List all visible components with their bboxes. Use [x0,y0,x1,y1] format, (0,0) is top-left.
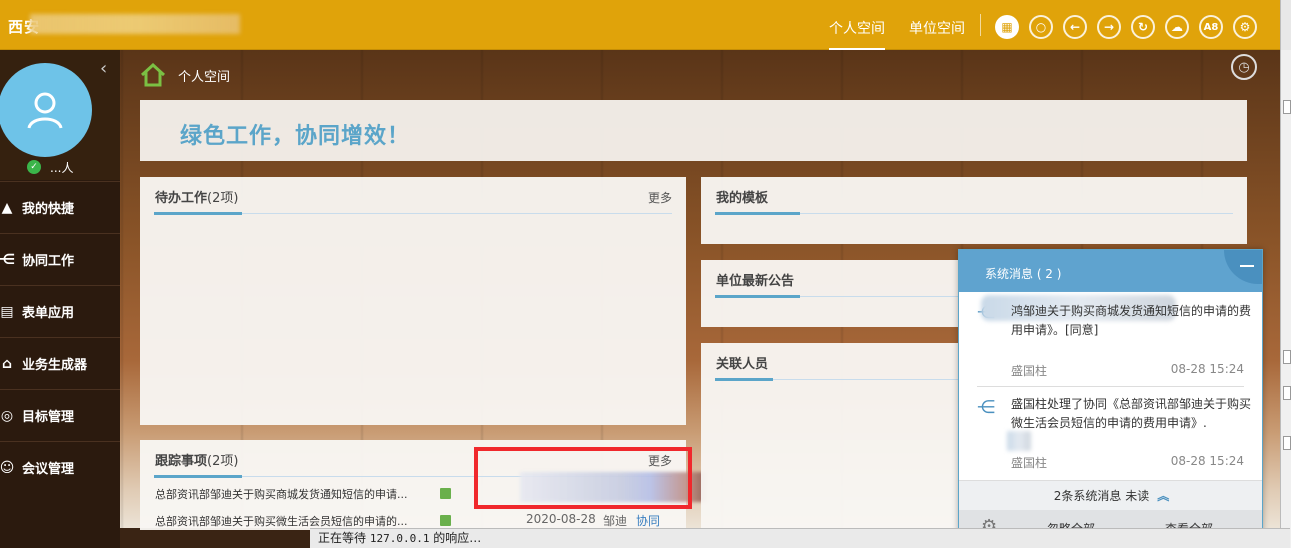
templates-panel: 我的模板 [701,177,1247,244]
target-icon: ◎ [0,407,14,424]
todo-more-link[interactable]: 更多 [648,189,672,206]
collaboration-icon: ⋲ [977,397,995,418]
title-underline [715,212,800,215]
grid-icon[interactable]: ▦ [995,15,1019,39]
refresh-icon[interactable]: ↻ [1131,15,1155,39]
user-icon [27,92,63,129]
top-bar: 西安 个人空间 单位空间 ▦ ○ ← → ↻ ☁ A8 ⚙ [0,0,1280,50]
popup-header: 系统消息 ( 2 ) [959,250,1262,292]
message-text: 鸿邹迪关于购买商城发货通知短信的申请的费用申请》。[同意] [1011,304,1252,337]
window-scrollbar-top [1280,0,1291,50]
expand-up-icon[interactable]: ︽ [1157,489,1169,503]
back-icon[interactable]: ← [1063,15,1087,39]
search-icon[interactable]: ○ [1029,15,1053,39]
clock-icon[interactable]: ◷ [1231,54,1257,80]
message-sender: 盛国柱 [1011,364,1048,378]
tracking-row-subject[interactable]: 总部资讯部邹迪关于购买微生活会员短信的申请的... [155,513,408,529]
tracking-panel-title: 跟踪事项(2项) [155,450,238,469]
business-builder-icon: ⌂ [1,355,13,372]
sidebar-item-label: 会议管理 [22,462,75,477]
status-host: 127.0.0.1 [369,532,430,545]
title-underline [154,475,242,478]
todo-panel: 待办工作(2项) 更多 [140,177,686,425]
tracking-title-text: 跟踪事项 [155,454,208,469]
message-sender: 盛国柱 [1011,456,1048,470]
title-underline [715,378,773,381]
document-icon [440,515,451,526]
status-bar: 正在等待 127.0.0.1 的响应… [310,528,1290,548]
window-scrollbar[interactable] [1280,50,1291,548]
collapse-sidebar-icon[interactable]: ‹ [100,58,107,79]
breadcrumb: 个人空间 [140,63,230,87]
left-sidebar: ‹ ✓ ...人 ▲ 我的快捷 ⋲ 协同工作 ▤ 表单应用 ⌂ 业务生成器 ◎ … [0,50,120,548]
title-underline [715,295,800,298]
user-name: ...人 [50,161,74,175]
templates-panel-title: 我的模板 [716,191,769,206]
related-panel-title: 关联人员 [716,357,769,372]
sidebar-item-forms[interactable]: ▤ 表单应用 [0,285,120,337]
slogan-text: 绿色工作，协同增效！ [180,124,411,149]
todo-count: (2项) [207,191,239,206]
shortcut-icon: ▲ [1,199,13,216]
a8-icon[interactable]: A8 [1199,15,1223,39]
settings-icon[interactable]: ⚙ [1233,15,1257,39]
tab-unit-space[interactable]: 单位空间 [909,18,965,38]
app-title-redaction [30,14,240,34]
tracking-row-person: 邹迪 [603,514,628,528]
announcements-panel-title: 单位最新公告 [716,274,795,289]
templates-panel-header: 我的模板 [701,177,1247,215]
status-prefix: 正在等待 [318,531,367,545]
unread-summary-text: 2条系统消息 未读 [1053,489,1150,503]
sidebar-item-shortcuts[interactable]: ▲ 我的快捷 [0,181,120,233]
status-suffix: 的响应… [433,531,482,545]
cloud-icon[interactable]: ☁ [1165,15,1189,39]
avatar[interactable] [0,63,92,157]
divider [977,386,1244,387]
highlight-box [474,447,692,509]
minimize-button[interactable] [1224,250,1262,284]
sidebar-item-label: 表单应用 [22,306,75,321]
sidebar-item-label: 协同工作 [22,254,75,269]
system-message-popup: 系统消息 ( 2 ) ⋲ 鸿邹迪关于购买商城发货通知短信的申请的费用申请》。[同… [958,249,1263,539]
sidebar-item-business-builder[interactable]: ⌂ 业务生成器 [0,337,120,389]
sidebar-item-meetings[interactable]: ☺ 会议管理 [0,441,120,493]
nav-divider [980,14,981,36]
sidebar-item-label: 业务生成器 [22,358,88,373]
redacted-text [1007,431,1031,451]
tracking-count: (2项) [207,454,239,469]
collaboration-icon: ⋲ [0,251,16,268]
title-underline [154,212,242,215]
minimize-icon [1240,265,1254,267]
todo-panel-header: 待办工作(2项) 更多 [140,177,686,215]
todo-panel-title: 待办工作(2项) [155,187,238,206]
online-status-icon: ✓ [27,160,41,174]
home-icon[interactable] [140,63,166,87]
tracking-row-subject[interactable]: 总部资讯部邹迪关于购买商城发货通知短信的申请... [155,486,408,502]
sidebar-item-label: 我的快捷 [22,202,75,217]
document-icon [440,488,451,499]
sidebar-item-targets[interactable]: ◎ 目标管理 [0,389,120,441]
breadcrumb-label: 个人空间 [178,69,231,85]
meeting-icon: ☺ [0,459,15,476]
tracking-row-type[interactable]: 协同 [636,512,660,529]
forward-icon[interactable]: → [1097,15,1121,39]
popup-title: 系统消息 ( 2 ) [985,267,1062,281]
tab-personal-space[interactable]: 个人空间 [829,18,885,50]
message-time: 08-28 15:24 [1170,362,1244,376]
form-icon: ▤ [0,303,14,320]
user-card: ‹ ✓ ...人 [0,50,120,180]
todo-title-text: 待办工作 [155,191,208,206]
sidebar-item-label: 目标管理 [22,410,75,425]
unread-summary[interactable]: 2条系统消息 未读 ︽ [959,480,1262,510]
message-time: 08-28 15:24 [1170,454,1244,468]
sidebar-item-collaboration[interactable]: ⋲ 协同工作 [0,233,120,285]
slogan-banner: 绿色工作，协同增效！ [140,100,1247,161]
tracking-row-date: 2020-08-28 [526,512,596,526]
message-text: 盛国柱处理了协同《总部资讯部邹迪关于购买微生活会员短信的申请的费用申请》. [1011,397,1252,430]
